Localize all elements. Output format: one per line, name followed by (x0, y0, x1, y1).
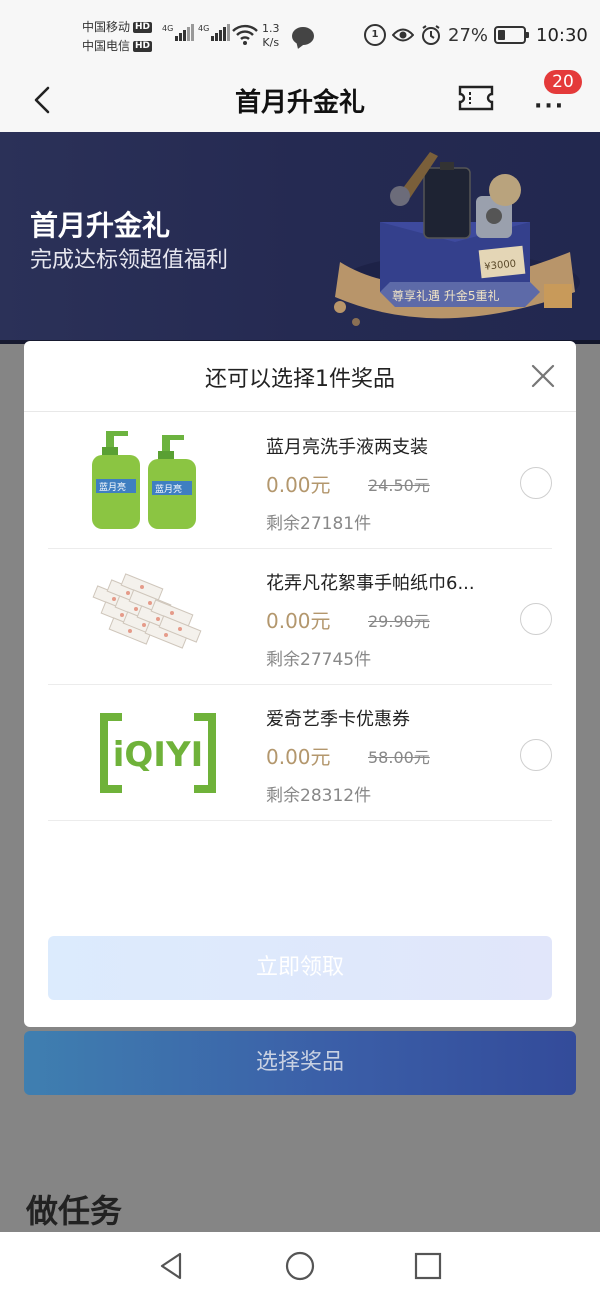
prize-price: 0.00元 (266, 745, 331, 769)
prize-stock: 剩余27745件 (266, 650, 372, 670)
prize-item[interactable]: 蓝月亮 蓝月亮 蓝月亮洗手液两支装 0.00元 24.50元 剩余27181件 (48, 413, 552, 549)
prize-item[interactable]: iQIYI 爱奇艺季卡优惠券 0.00元 58.00元 剩余28312件 (48, 685, 552, 821)
signal-icon: 4G (162, 24, 195, 41)
carrier-2: 中国电信 (82, 39, 131, 53)
wifi-icon (232, 24, 258, 45)
page-title: 首月升金礼 (234, 88, 365, 118)
prize-price: 0.00元 (266, 609, 331, 633)
carrier-info: 中国移动 HD 中国电信 HD (82, 18, 153, 56)
promo-banner: 首月升金礼 完成达标领超值福利 ¥3000 尊享礼遇 升金5重礼 (0, 132, 600, 344)
prize-radio[interactable] (520, 467, 552, 499)
battery-percent: 27% (448, 24, 489, 46)
nav-bar: 首月升金礼 ··· (0, 70, 600, 132)
task-section-title: 做任务 (26, 1192, 123, 1230)
prize-radio[interactable] (520, 603, 552, 635)
gift-box-illustration: ¥3000 尊享礼遇 升金5重礼 (334, 152, 580, 326)
prize-original-price: 29.90元 (368, 612, 430, 631)
clock: 10:30 (536, 24, 588, 46)
eye-icon (392, 28, 414, 42)
signal-icon: 4G (198, 24, 231, 41)
prize-original-price: 24.50元 (368, 476, 430, 495)
banner-title: 首月升金礼 (30, 209, 171, 242)
close-icon[interactable] (526, 359, 560, 393)
hd-badge: HD (133, 22, 153, 33)
bottle-label: 蓝月亮 (155, 483, 182, 495)
ribbon-text: 尊享礼遇 升金5重礼 (392, 288, 499, 303)
nav-home-icon[interactable] (284, 1250, 316, 1282)
tissue-pack-image (92, 573, 202, 649)
prize-stock: 剩余27181件 (266, 514, 372, 534)
select-prize-button: 选择奖品 (24, 1031, 576, 1095)
alarm-icon (422, 25, 440, 45)
iqiyi-logo-text: iQIYI (113, 735, 203, 775)
hand-wash-image: 蓝月亮 蓝月亮 (92, 431, 196, 529)
banner-subtitle: 完成达标领超值福利 (30, 248, 229, 273)
prize-item[interactable]: 花弄凡花絮事手帕纸巾6... 0.00元 29.90元 剩余27745件 (48, 549, 552, 685)
status-bar: 中国移动 HD 中国电信 HD 4G 4G 1.3 K/s 1 27% 10:30 (0, 0, 600, 70)
bottle-label: 蓝月亮 (99, 481, 126, 493)
network-speed: 1.3 K/s (262, 22, 280, 49)
prize-name: 花弄凡花絮事手帕纸巾6... (266, 573, 475, 594)
more-icon: ··· (534, 94, 566, 119)
system-nav-bar (0, 1232, 600, 1300)
hd-badge: HD (133, 41, 153, 52)
battery-icon (494, 26, 530, 44)
prize-name: 爱奇艺季卡优惠券 (266, 709, 410, 730)
carrier-1: 中国移动 (82, 20, 131, 34)
claim-now-button[interactable]: 立即领取 (48, 936, 552, 1000)
prize-stock: 剩余28312件 (266, 786, 372, 806)
status-icons: 1 27% 10:30 (364, 24, 588, 46)
nfc-icon: 1 (364, 24, 386, 46)
prize-original-price: 58.00元 (368, 748, 430, 767)
notification-badge: 20 (544, 70, 582, 94)
modal-title: 还可以选择1件奖品 (205, 367, 395, 392)
modal-header: 还可以选择1件奖品 (24, 341, 576, 412)
prize-radio[interactable] (520, 739, 552, 771)
message-icon (292, 27, 314, 45)
iqiyi-logo-image: iQIYI (100, 713, 216, 793)
prize-modal: 还可以选择1件奖品 蓝月亮 蓝月亮 蓝月亮洗手液两支装 0.00元 24.50元… (24, 341, 576, 1027)
nav-back-icon[interactable] (156, 1250, 188, 1282)
prize-price: 0.00元 (266, 473, 331, 497)
ticket-icon[interactable] (458, 84, 494, 112)
prize-name: 蓝月亮洗手液两支装 (266, 437, 428, 458)
nav-recents-icon[interactable] (412, 1250, 444, 1282)
